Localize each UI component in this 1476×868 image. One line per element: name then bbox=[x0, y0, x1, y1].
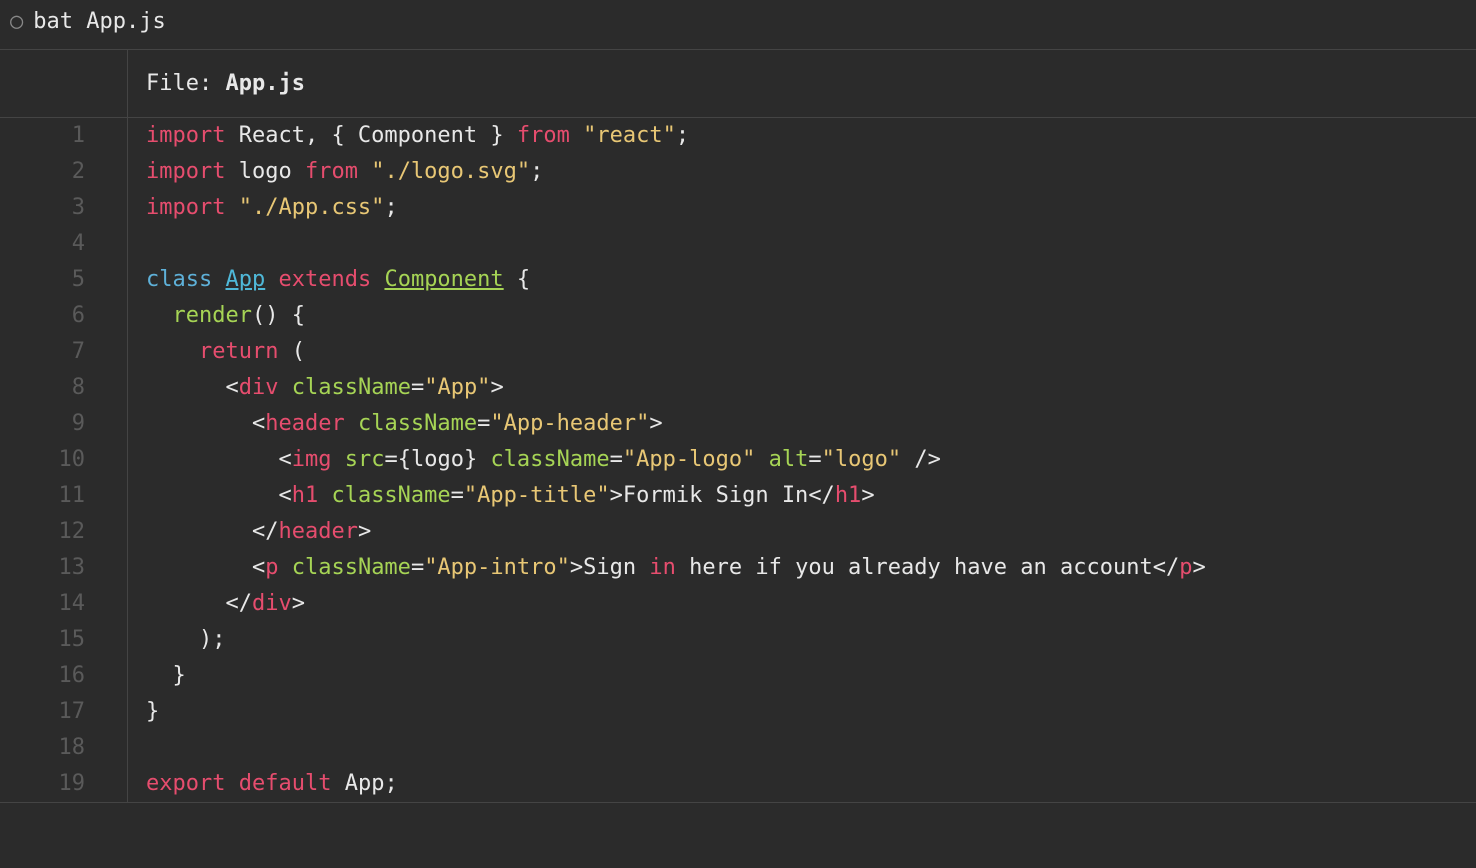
code-area: 1 2 3 4 5 6 7 8 9 10 11 12 13 14 15 16 1… bbox=[0, 118, 1476, 802]
line-number: 4 bbox=[0, 226, 85, 262]
line-number: 6 bbox=[0, 298, 85, 334]
line-number: 5 bbox=[0, 262, 85, 298]
line-number: 2 bbox=[0, 154, 85, 190]
code-line: import logo from "./logo.svg"; bbox=[146, 154, 1476, 190]
line-number: 18 bbox=[0, 730, 85, 766]
code-line: <img src={logo} className="App-logo" alt… bbox=[146, 442, 1476, 478]
terminal-command-line: ○ bat App.js bbox=[0, 0, 1476, 49]
command-text: bat App.js bbox=[33, 9, 165, 34]
prompt-bullet: ○ bbox=[10, 9, 23, 34]
code-line: } bbox=[146, 694, 1476, 730]
line-number: 16 bbox=[0, 658, 85, 694]
code-line: import "./App.css"; bbox=[146, 190, 1476, 226]
file-name: App.js bbox=[225, 71, 304, 96]
code-content: import React, { Component } from "react"… bbox=[128, 118, 1476, 802]
line-number: 1 bbox=[0, 118, 85, 154]
line-number: 14 bbox=[0, 586, 85, 622]
code-line: <h1 className="App-title">Formik Sign In… bbox=[146, 478, 1476, 514]
line-number: 10 bbox=[0, 442, 85, 478]
file-header-row: File: App.js bbox=[0, 50, 1476, 117]
line-number: 13 bbox=[0, 550, 85, 586]
line-number: 3 bbox=[0, 190, 85, 226]
file-title: File: App.js bbox=[128, 50, 1476, 117]
code-line: <p className="App-intro">Sign in here if… bbox=[146, 550, 1476, 586]
code-line: </div> bbox=[146, 586, 1476, 622]
file-label: File: bbox=[146, 71, 225, 96]
gutter-spacer bbox=[0, 50, 128, 117]
code-line: </header> bbox=[146, 514, 1476, 550]
separator-bottom bbox=[0, 802, 1476, 803]
code-line: return ( bbox=[146, 334, 1476, 370]
code-line: render() { bbox=[146, 298, 1476, 334]
line-number: 15 bbox=[0, 622, 85, 658]
code-line: export default App; bbox=[146, 766, 1476, 802]
code-line bbox=[146, 226, 1476, 262]
code-line: <div className="App"> bbox=[146, 370, 1476, 406]
code-line: class App extends Component { bbox=[146, 262, 1476, 298]
line-number-gutter: 1 2 3 4 5 6 7 8 9 10 11 12 13 14 15 16 1… bbox=[0, 118, 128, 802]
line-number: 7 bbox=[0, 334, 85, 370]
code-line: <header className="App-header"> bbox=[146, 406, 1476, 442]
line-number: 17 bbox=[0, 694, 85, 730]
line-number: 12 bbox=[0, 514, 85, 550]
code-line bbox=[146, 730, 1476, 766]
code-line: import React, { Component } from "react"… bbox=[146, 118, 1476, 154]
line-number: 19 bbox=[0, 766, 85, 802]
code-line: ); bbox=[146, 622, 1476, 658]
line-number: 8 bbox=[0, 370, 85, 406]
code-line: } bbox=[146, 658, 1476, 694]
line-number: 9 bbox=[0, 406, 85, 442]
line-number: 11 bbox=[0, 478, 85, 514]
